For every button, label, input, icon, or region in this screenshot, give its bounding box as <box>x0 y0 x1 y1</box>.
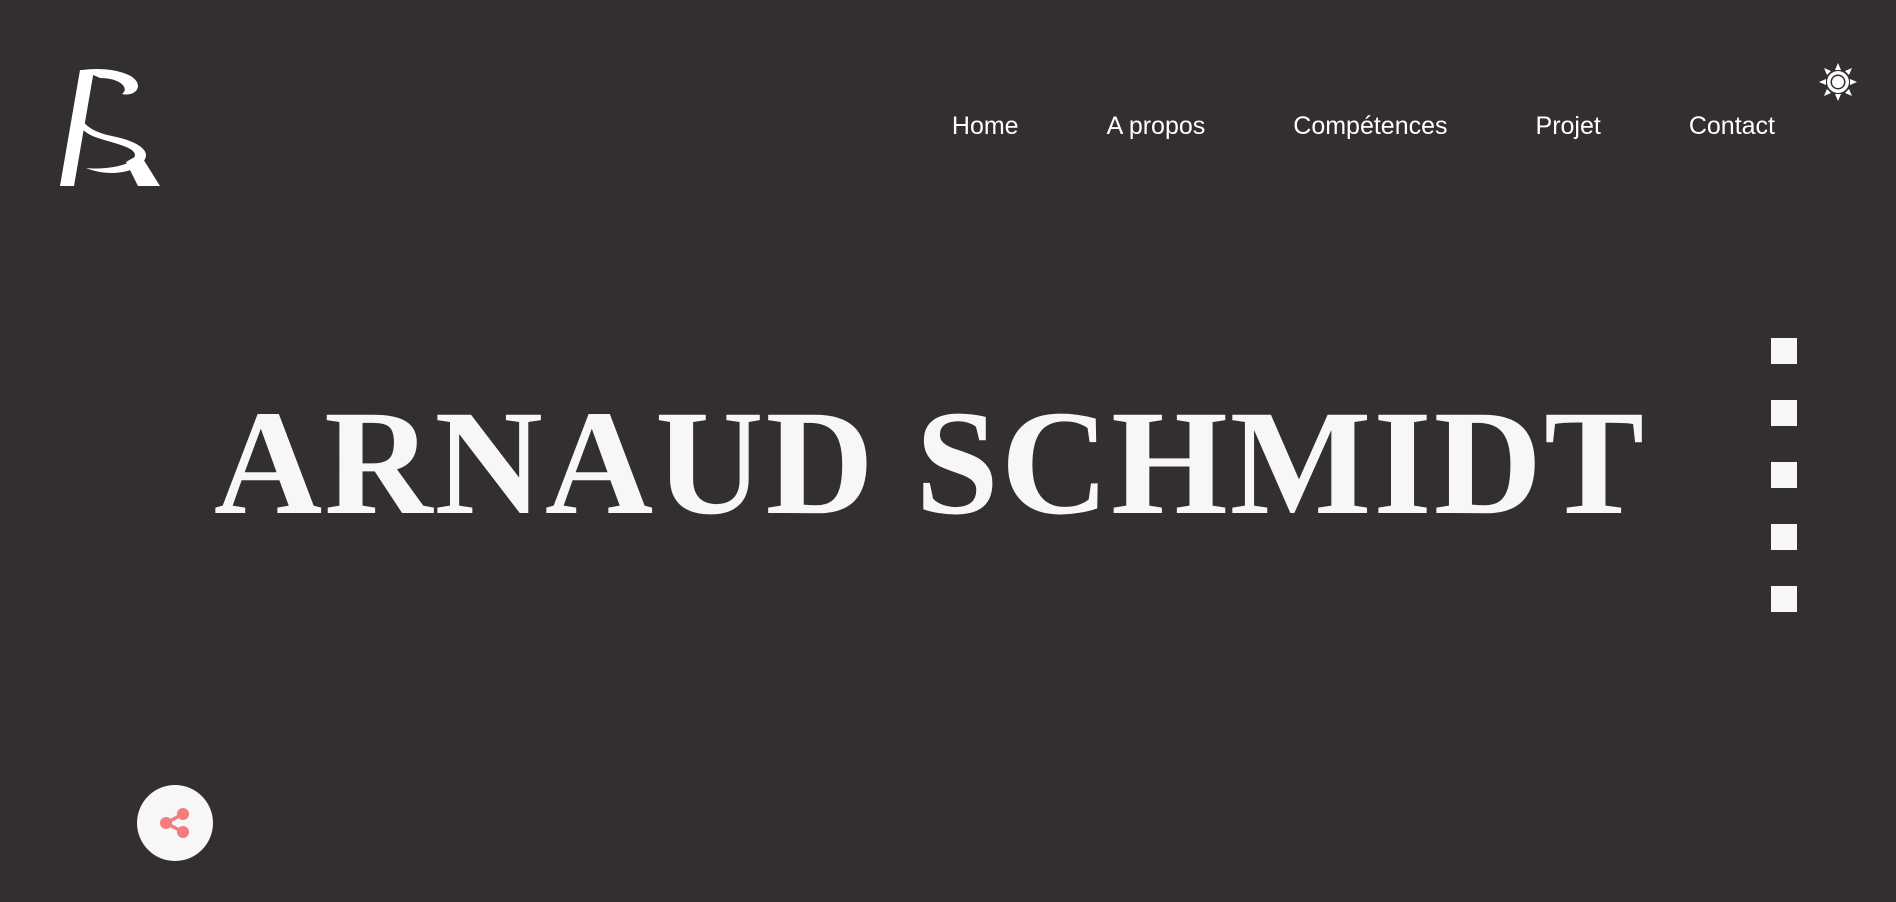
share-icon <box>160 808 189 838</box>
section-dot-2[interactable] <box>1771 400 1797 426</box>
nav-link-a-propos[interactable]: A propos <box>1107 110 1206 142</box>
theme-toggle-button[interactable] <box>1818 62 1858 102</box>
main-nav: Home A propos Compétences Projet Contact <box>864 110 1775 142</box>
sun-icon <box>1819 63 1857 101</box>
hero-title-text: ARNAUD SCHMIDT <box>213 380 1647 546</box>
page: Home A propos Compétences Projet Contact… <box>0 0 1896 902</box>
section-dot-1[interactable] <box>1771 338 1797 364</box>
section-dot-3[interactable] <box>1771 462 1797 488</box>
section-dot-4[interactable] <box>1771 524 1797 550</box>
nav-link-home[interactable]: Home <box>952 110 1019 142</box>
hero-title: ARNAUD SCHMIDT <box>0 388 1896 538</box>
nav-link-competences[interactable]: Compétences <box>1293 110 1447 142</box>
nav-link-contact[interactable]: Contact <box>1689 110 1775 142</box>
section-dots-nav <box>1771 338 1797 648</box>
logo-monogram-icon <box>60 68 160 186</box>
logo[interactable] <box>60 66 168 190</box>
nav-link-projet[interactable]: Projet <box>1536 110 1601 142</box>
share-button[interactable] <box>137 785 213 861</box>
section-dot-5[interactable] <box>1771 586 1797 612</box>
